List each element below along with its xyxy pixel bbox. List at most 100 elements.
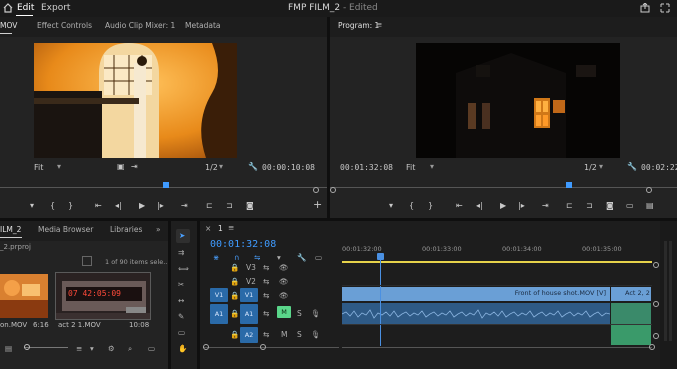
fullscreen-icon[interactable] <box>660 3 670 13</box>
sort-chevron-icon[interactable]: ▾ <box>90 344 94 354</box>
timeline-clip-audio-2[interactable] <box>611 303 651 325</box>
a2-solo-button[interactable]: S <box>297 330 302 340</box>
a1-mute-button[interactable]: M <box>277 306 291 318</box>
hand-tool-icon[interactable]: ✋ <box>178 344 187 354</box>
source-marker-icon[interactable]: ⇥ <box>131 162 138 172</box>
a1-target[interactable]: A1 <box>240 304 258 324</box>
program-step-back-icon[interactable]: ◂| <box>476 201 483 211</box>
source-step-forward-icon[interactable]: |▸ <box>157 201 164 211</box>
program-menu-icon[interactable]: ≡ <box>376 20 382 29</box>
source-fit-chevron-icon[interactable]: ▾ <box>57 162 61 172</box>
sort-icon[interactable]: ≡ <box>76 344 82 354</box>
source-in-brace-icon[interactable]: { <box>50 201 55 211</box>
program-lift-icon[interactable]: ⊏ <box>566 201 573 211</box>
a2-mic-icon[interactable]: 🎙 <box>311 330 321 340</box>
snap-icon[interactable]: ⋇ <box>213 253 219 263</box>
track-height-scrollbar[interactable] <box>203 347 339 348</box>
source-step-back-icon[interactable]: ◂| <box>115 201 122 211</box>
v1-lock-icon[interactable]: 🔒 <box>230 291 239 301</box>
program-in-brace-icon[interactable]: { <box>409 201 414 211</box>
project-thumbnail-selected[interactable]: 07 42:05:09 <box>55 272 151 320</box>
timeline-vscroll-handle-bottom[interactable] <box>653 333 659 339</box>
program-playhead[interactable] <box>566 182 572 188</box>
program-zoom-handle-left[interactable] <box>330 187 336 193</box>
tab-program[interactable]: Program: 1 <box>338 21 379 30</box>
program-fit-chevron-icon[interactable]: ▾ <box>430 162 434 172</box>
source-wrench-icon[interactable]: 🔧 <box>248 162 258 172</box>
timeline-marker-icon[interactable]: ▾ <box>277 253 281 263</box>
tab-project[interactable]: ILM_2 <box>0 225 21 234</box>
v1-source-patch[interactable]: V1 <box>210 288 228 302</box>
panel-overflow-icon[interactable]: » <box>156 225 161 234</box>
captions-icon[interactable]: ▭ <box>315 253 322 263</box>
tab-metadata[interactable]: Metadata <box>185 21 221 30</box>
header-scroll-handle-right[interactable] <box>260 344 266 350</box>
menu-edit[interactable]: Edit <box>17 3 34 13</box>
a1-sync-icon[interactable]: ⇆ <box>263 309 269 319</box>
program-mark-icon[interactable]: ▾ <box>389 201 393 211</box>
zoom-slider-handle[interactable] <box>24 344 30 350</box>
program-resolution-chevron-icon[interactable]: ▾ <box>599 162 603 172</box>
timeline-menu-icon[interactable]: ≡ <box>228 223 234 232</box>
pen-tool-icon[interactable]: ✎ <box>178 312 184 322</box>
program-extract-icon[interactable]: ⊐ <box>586 201 593 211</box>
selection-tool-icon[interactable]: ➤ <box>179 231 185 241</box>
tab-effect-controls[interactable]: Effect Controls <box>37 21 92 30</box>
timeline-timecode[interactable]: 00:01:32:08 <box>210 239 276 250</box>
ripple-edit-tool-icon[interactable]: ⟺ <box>178 264 189 274</box>
rectangle-tool-icon[interactable]: ▭ <box>178 328 185 338</box>
new-bin-icon[interactable]: ▭ <box>148 344 155 354</box>
add-marker-to-sequence-icon[interactable]: ⇋ <box>254 253 260 263</box>
v2-eye-icon[interactable]: 👁 <box>279 277 289 287</box>
tab-source[interactable]: MOV <box>0 21 17 30</box>
tab-timeline[interactable]: 1 <box>218 224 223 233</box>
tab-libraries[interactable]: Libraries <box>110 225 142 234</box>
source-resolution-chevron-icon[interactable]: ▾ <box>219 162 223 172</box>
home-icon[interactable] <box>3 3 13 13</box>
program-scrubber-track[interactable] <box>330 187 677 188</box>
share-icon[interactable] <box>640 3 650 13</box>
source-settings-icon[interactable]: ▣ <box>117 162 125 172</box>
program-current-timecode[interactable]: 00:01:32:08 <box>340 163 393 173</box>
zoom-slider-track[interactable] <box>24 347 68 348</box>
program-play-icon[interactable]: ▶ <box>500 201 506 211</box>
timeline-clip-audio[interactable] <box>342 303 610 325</box>
v1-eye-icon[interactable]: 👁 <box>279 291 289 301</box>
source-insert-icon[interactable]: ⊏ <box>206 201 213 211</box>
linked-selection-icon[interactable]: ∩ <box>234 253 240 263</box>
a1-solo-button[interactable]: S <box>297 309 302 319</box>
timeline-clip-video-2[interactable]: Act 2, 2 <box>611 287 651 301</box>
project-thumbnail[interactable] <box>0 274 48 318</box>
timeline-close-icon[interactable]: × <box>205 224 211 233</box>
tab-audio-clip-mixer[interactable]: Audio Clip Mixer: 1 <box>105 21 175 30</box>
a1-lock-icon[interactable]: 🔒 <box>230 309 239 319</box>
menu-export[interactable]: Export <box>41 3 70 13</box>
program-zoom-handle-right[interactable] <box>646 187 652 193</box>
header-scroll-handle-left[interactable] <box>203 344 209 350</box>
source-zoom-handle[interactable] <box>313 187 319 193</box>
tab-media-browser[interactable]: Media Browser <box>38 225 93 234</box>
timeline-settings-icon[interactable]: 🔧 <box>297 253 306 263</box>
v1-target[interactable]: V1 <box>240 288 258 302</box>
program-resolution-select[interactable]: 1/2 <box>584 163 597 173</box>
timeline-clip-video[interactable]: Front of house shot.MOV [V] <box>342 287 610 301</box>
program-go-to-out-icon[interactable]: ⇥ <box>542 201 549 211</box>
v1-sync-icon[interactable]: ⇆ <box>263 291 269 301</box>
program-fit-select[interactable]: Fit <box>406 163 415 173</box>
source-go-to-out-icon[interactable]: ⇥ <box>181 201 188 211</box>
v2-lock-icon[interactable]: 🔒 <box>230 277 239 287</box>
search-filter-icon[interactable] <box>82 256 92 266</box>
automate-icon[interactable]: ⚙ <box>108 344 115 354</box>
program-step-forward-icon[interactable]: |▸ <box>518 201 525 211</box>
source-resolution-select[interactable]: 1/2 <box>205 163 218 173</box>
a2-mute-button[interactable]: M <box>281 330 287 340</box>
a1-mic-icon[interactable]: 🎙 <box>311 309 321 319</box>
list-view-icon[interactable]: ▤ <box>5 344 12 354</box>
slip-tool-icon[interactable]: ↔ <box>178 296 184 306</box>
timeline-ruler[interactable]: 00:01:32:00 00:01:33:00 00:01:34:00 00:0… <box>342 245 652 263</box>
a2-lock-icon[interactable]: 🔒 <box>230 330 239 340</box>
v2-sync-icon[interactable]: ⇆ <box>263 277 269 287</box>
timeline-clip-audio-a2[interactable] <box>611 325 651 345</box>
source-play-icon[interactable]: ▶ <box>139 201 145 211</box>
source-add-button-icon[interactable]: + <box>313 199 322 210</box>
